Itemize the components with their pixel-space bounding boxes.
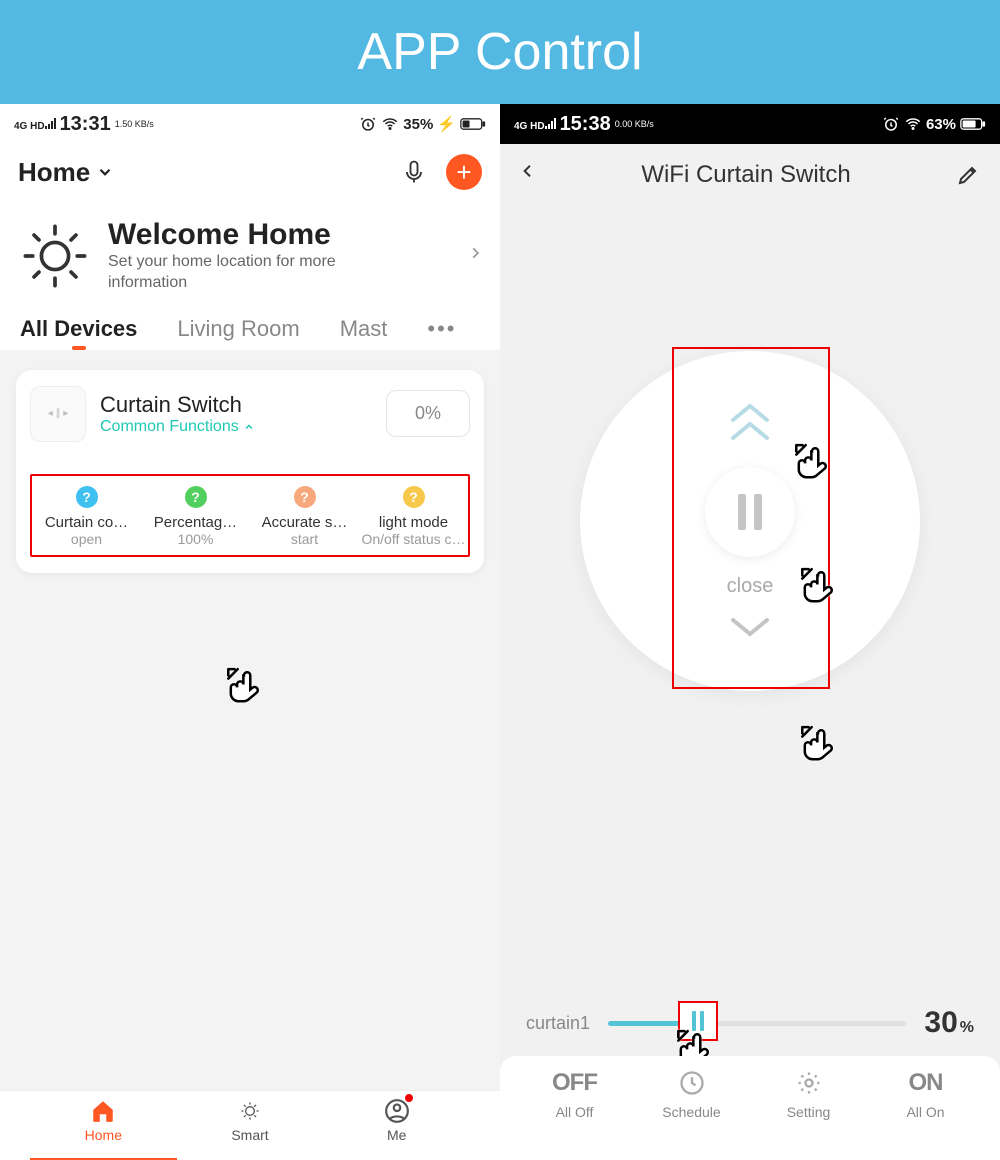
- me-icon: [384, 1097, 410, 1125]
- more-tabs-icon[interactable]: •••: [427, 316, 456, 342]
- device-control-screen: 4G HD 15:38 0.00 KB/s 63% WiFi Curtain S…: [500, 104, 1000, 1160]
- battery-icon: [960, 117, 986, 131]
- network-icon: 4G HD: [14, 117, 56, 132]
- chevron-right-icon[interactable]: [468, 242, 482, 269]
- common-functions-toggle[interactable]: Common Functions: [100, 418, 255, 436]
- smart-icon: [237, 1097, 263, 1125]
- func-percentage[interactable]: ?Percentag…100%: [141, 486, 250, 547]
- clock-icon: [678, 1069, 706, 1097]
- device-percent[interactable]: 0%: [386, 390, 470, 437]
- status-time: 15:38: [560, 113, 611, 136]
- hand-cursor-icon: [796, 724, 840, 768]
- status-bar: 4G HD 13:31 1.50 KB/s 35% ⚡: [0, 104, 500, 144]
- network-icon: 4G HD: [514, 117, 556, 132]
- slider-label: curtain1: [526, 1013, 590, 1034]
- status-time: 13:31: [60, 113, 111, 136]
- func-accurate[interactable]: ?Accurate s…start: [250, 486, 359, 547]
- plus-icon: +: [456, 157, 471, 188]
- net-speed: 0.00 KB/s: [615, 119, 654, 129]
- banner-title: APP Control: [0, 0, 1000, 104]
- func-light-mode[interactable]: ?light modeOn/off status c…: [359, 486, 468, 547]
- battery-percent: 63%: [926, 116, 956, 133]
- net-speed: 1.50 KB/s: [115, 119, 154, 129]
- device-thumbnail: ◂ ∥ ▸: [30, 386, 86, 442]
- hand-cursor-icon: [790, 442, 834, 486]
- home-icon: [90, 1097, 116, 1125]
- tab-all-devices[interactable]: All Devices: [20, 316, 137, 342]
- device-card[interactable]: ◂ ∥ ▸ Curtain Switch Common Functions 0%…: [16, 370, 484, 573]
- nav-home[interactable]: Home: [30, 1097, 177, 1160]
- status-bar: 4G HD 15:38 0.00 KB/s 63%: [500, 104, 1000, 144]
- all-on-button[interactable]: ONAll On: [867, 1066, 984, 1160]
- alarm-icon: [359, 115, 377, 133]
- battery-icon: [460, 117, 486, 131]
- edit-icon[interactable]: [956, 163, 980, 187]
- wifi-icon: [381, 115, 399, 133]
- chevron-up-icon: [243, 421, 255, 433]
- back-button[interactable]: [520, 158, 536, 191]
- highlight-box: [672, 347, 830, 689]
- slider-value: 30%: [924, 1006, 974, 1040]
- alarm-icon: [882, 115, 900, 133]
- wifi-icon: [904, 115, 922, 133]
- nav-me[interactable]: Me: [323, 1097, 470, 1160]
- sun-icon: [18, 219, 92, 293]
- tab-master[interactable]: Mast: [340, 316, 388, 342]
- page-title: WiFi Curtain Switch: [641, 161, 850, 189]
- chevron-down-icon: [96, 163, 114, 181]
- room-tabs: All Devices Living Room Mast •••: [0, 302, 500, 350]
- gear-icon: [795, 1069, 823, 1097]
- schedule-button[interactable]: Schedule: [633, 1066, 750, 1160]
- welcome-subtitle: Set your home location for more informat…: [108, 252, 364, 294]
- mic-icon[interactable]: [400, 158, 428, 186]
- device-title: Curtain Switch: [100, 392, 255, 418]
- hand-cursor-icon: [796, 566, 840, 610]
- hand-cursor-icon: [222, 666, 266, 710]
- charging-icon: ⚡: [437, 115, 456, 133]
- tab-living-room[interactable]: Living Room: [177, 316, 299, 342]
- home-dropdown[interactable]: Home: [18, 157, 114, 188]
- setting-button[interactable]: Setting: [750, 1066, 867, 1160]
- welcome-title: Welcome Home: [108, 218, 364, 252]
- home-screen: 4G HD 13:31 1.50 KB/s 35% ⚡ Home + Welco…: [0, 104, 500, 1160]
- notification-badge: [405, 1094, 413, 1102]
- add-button[interactable]: +: [446, 154, 482, 190]
- battery-percent: 35%: [403, 116, 433, 133]
- all-off-button[interactable]: OFFAll Off: [516, 1066, 633, 1160]
- curtain-control-dial: close: [580, 351, 920, 691]
- curtain-slider[interactable]: [608, 1021, 906, 1026]
- func-curtain-control[interactable]: ?Curtain co…open: [32, 486, 141, 547]
- nav-smart[interactable]: Smart: [177, 1097, 324, 1160]
